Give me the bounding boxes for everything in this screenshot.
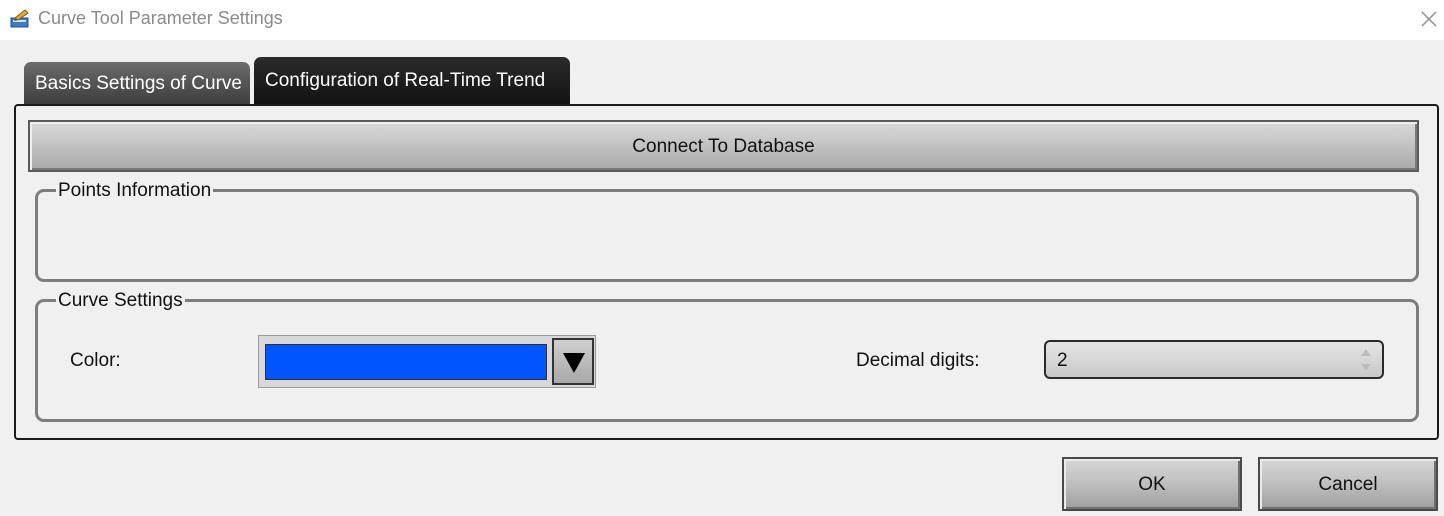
tab-basics-settings[interactable]: Basics Settings of Curve bbox=[24, 62, 250, 106]
group-title: Points Information bbox=[56, 180, 214, 202]
cancel-button[interactable]: Cancel bbox=[1258, 457, 1438, 511]
tab-label: Basics Settings of Curve bbox=[35, 73, 242, 94]
up-down-arrows-icon[interactable] bbox=[1360, 348, 1372, 372]
tab-label: Configuration of Real-Time Trend bbox=[265, 70, 546, 91]
color-picker[interactable] bbox=[258, 335, 596, 388]
dropdown-button[interactable] bbox=[552, 338, 594, 385]
ok-button[interactable]: OK bbox=[1062, 457, 1242, 511]
title-bar: Curve Tool Parameter Settings bbox=[0, 0, 1444, 40]
window-title: Curve Tool Parameter Settings bbox=[38, 8, 283, 28]
color-swatch bbox=[265, 344, 547, 380]
tab-real-time-trend[interactable]: Configuration of Real-Time Trend bbox=[254, 57, 570, 106]
color-label: Color: bbox=[70, 350, 121, 371]
group-title: Curve Settings bbox=[56, 290, 185, 312]
points-information-group: Points Information bbox=[35, 180, 1419, 282]
triangle-down-icon bbox=[563, 353, 585, 373]
close-icon[interactable] bbox=[1416, 6, 1442, 32]
decimal-digits-label: Decimal digits: bbox=[856, 350, 980, 371]
app-pencil-icon bbox=[9, 8, 31, 30]
connect-to-database-button[interactable]: Connect To Database bbox=[28, 120, 1419, 172]
decimal-digits-value: 2 bbox=[1057, 350, 1068, 371]
decimal-digits-spinbox[interactable]: 2 bbox=[1044, 340, 1384, 379]
